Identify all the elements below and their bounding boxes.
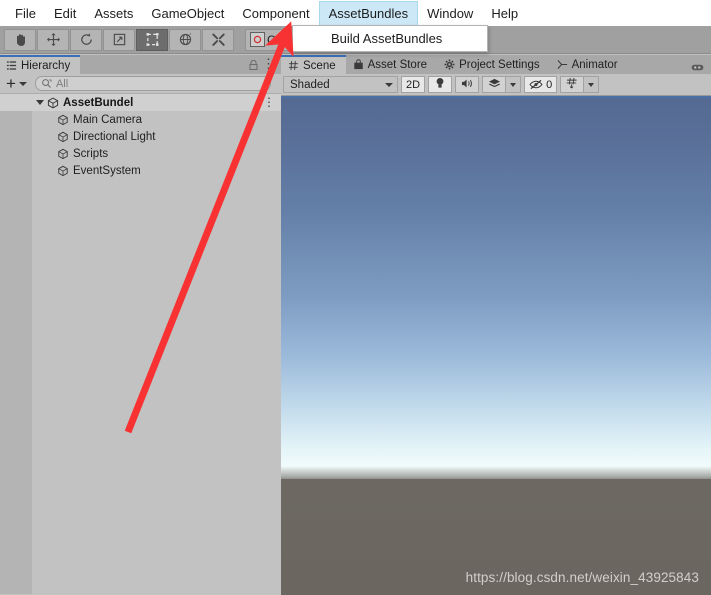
unity-editor-window: File Edit Assets GameObject Component As… [0, 0, 711, 595]
toggle-audio-button[interactable] [455, 76, 480, 93]
menu-window[interactable]: Window [418, 2, 482, 24]
menu-item-build-assetbundles[interactable]: Build AssetBundles [293, 26, 487, 51]
hierarchy-tabstrip: Hierarchy ⋮ [0, 55, 281, 74]
foldout-arrow-icon[interactable] [36, 100, 44, 105]
tree-item-label: Main Camera [73, 113, 143, 126]
hand-tool-button[interactable] [4, 28, 36, 51]
row-options-icon[interactable]: ⋮ [263, 95, 275, 109]
tree-item-directional-light[interactable]: Directional Light [32, 128, 281, 145]
tree-item-eventsystem[interactable]: EventSystem [32, 162, 281, 179]
menu-file[interactable]: File [6, 2, 45, 24]
hierarchy-tree-content: AssetBundel ⋮ Main Camera Directional Li… [0, 94, 281, 594]
hierarchy-icon [6, 60, 17, 71]
tree-item-main-camera[interactable]: Main Camera [32, 111, 281, 128]
menu-help[interactable]: Help [482, 2, 527, 24]
menu-assets[interactable]: Assets [85, 2, 142, 24]
tab-hierarchy[interactable]: Hierarchy [0, 55, 81, 74]
tab-scene-label: Scene [303, 59, 336, 72]
rect-icon [145, 32, 160, 47]
rotate-icon [79, 32, 94, 47]
scale-tool-button[interactable] [103, 28, 135, 51]
plus-icon: + [6, 73, 16, 93]
menu-gameobject[interactable]: GameObject [142, 2, 233, 24]
scene-icon [47, 97, 59, 109]
hierarchy-panel: Hierarchy ⋮ + All AssetBundel ⋮ Main Cam… [0, 55, 281, 595]
tree-item-label: AssetBundel [63, 96, 134, 109]
tab-project-settings-label: Project Settings [459, 58, 540, 71]
lock-icon[interactable] [248, 58, 259, 76]
tab-scene[interactable]: Scene [281, 55, 346, 74]
tab-hierarchy-label: Hierarchy [21, 59, 71, 72]
scene-viewport[interactable]: https://blog.csdn.net/weixin_43925843 [281, 96, 711, 595]
watermark-text: https://blog.csdn.net/weixin_43925843 [465, 570, 699, 585]
hierarchy-options-icon[interactable]: ⋮ [262, 57, 275, 70]
gameobject-icon [57, 148, 69, 160]
chevron-down-icon [588, 82, 595, 87]
scene-panel: Scene Asset Store Project Settings Anima… [281, 55, 711, 595]
move-tool-button[interactable] [37, 28, 69, 51]
tab-animator[interactable]: Animator [550, 55, 628, 74]
add-gameobject-button[interactable]: + [6, 73, 27, 93]
search-icon [41, 78, 52, 89]
menu-bar: File Edit Assets GameObject Component As… [0, 0, 711, 26]
tab-asset-store[interactable]: Asset Store [346, 55, 437, 74]
menu-component[interactable]: Component [233, 2, 318, 24]
toggle-2d-button[interactable]: 2D [401, 76, 426, 93]
gear-icon [444, 59, 455, 70]
gameobject-icon [57, 131, 69, 143]
chevron-down-icon [385, 82, 393, 87]
tree-item-label: Scripts [73, 147, 109, 160]
effects-icon [488, 78, 501, 92]
scene-view-toolbar: Shaded 2D 0 [281, 74, 711, 96]
chevron-down-icon [510, 82, 517, 87]
toggle-effects-button[interactable] [482, 76, 507, 93]
tree-item-label: EventSystem [73, 164, 141, 177]
grid-icon [288, 60, 299, 71]
custom-tool-button[interactable] [202, 28, 234, 51]
hidden-objects-button[interactable]: 0 [524, 76, 558, 93]
rect-tool-button[interactable] [136, 28, 168, 51]
grid-dropdown-button[interactable] [584, 76, 600, 93]
draw-mode-label: Shaded [290, 78, 330, 91]
gameobject-icon [57, 114, 69, 126]
tab-animator-label: Animator [571, 58, 618, 71]
scene-tab-options-icon[interactable] [691, 59, 704, 77]
hierarchy-search-field[interactable] [34, 76, 271, 91]
menu-assetbundles[interactable]: AssetBundles [318, 1, 419, 25]
speaker-icon [461, 78, 474, 92]
chevron-down-icon [18, 81, 27, 86]
transform-icon [178, 32, 193, 47]
toggle-lighting-button[interactable] [428, 76, 453, 93]
animator-icon [557, 59, 568, 70]
pivot-center-icon [250, 32, 265, 47]
move-icon [46, 32, 61, 47]
eye-off-icon [529, 79, 543, 90]
skybox-gradient [281, 98, 711, 479]
grid-visibility-button[interactable] [560, 76, 585, 93]
transform-tool-button[interactable] [169, 28, 201, 51]
hand-icon [13, 32, 28, 47]
tree-item-label: Directional Light [73, 130, 156, 143]
wrench-hammer-icon [211, 32, 226, 47]
gameobject-icon [57, 165, 69, 177]
lightbulb-icon [435, 77, 445, 92]
hierarchy-children: Main Camera Directional Light Scripts Ev… [32, 111, 281, 179]
grid-visibility-icon [566, 77, 579, 92]
menu-edit[interactable]: Edit [45, 2, 85, 24]
hierarchy-toolbar: + [0, 74, 281, 94]
tab-project-settings[interactable]: Project Settings [437, 55, 550, 74]
tab-asset-store-label: Asset Store [367, 58, 428, 71]
rotate-tool-button[interactable] [70, 28, 102, 51]
hidden-objects-count: 0 [546, 78, 553, 91]
search-input[interactable] [55, 77, 270, 90]
assetbundles-dropdown-menu: Build AssetBundles [292, 25, 488, 52]
tree-item-assetbundel[interactable]: AssetBundel ⋮ [0, 94, 281, 111]
hierarchy-tree: AssetBundel ⋮ Main Camera Directional Li… [0, 94, 281, 594]
store-icon [353, 59, 364, 70]
effects-dropdown-button[interactable] [506, 76, 522, 93]
draw-mode-dropdown[interactable]: Shaded [283, 76, 398, 93]
tree-item-scripts[interactable]: Scripts [32, 145, 281, 162]
scene-tabstrip: Scene Asset Store Project Settings Anima… [281, 55, 711, 74]
scale-icon [112, 32, 127, 47]
